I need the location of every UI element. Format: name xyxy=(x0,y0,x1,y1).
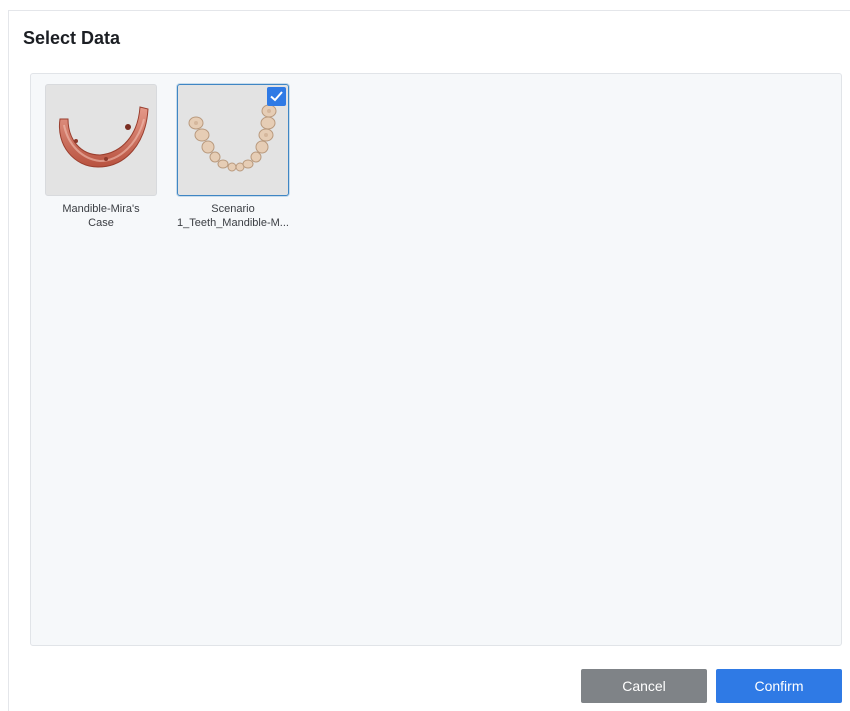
confirm-button[interactable]: Confirm xyxy=(716,669,842,703)
thumbnail[interactable] xyxy=(45,84,157,196)
cancel-button[interactable]: Cancel xyxy=(581,669,707,703)
item-caption: Mandible-Mira's Case xyxy=(45,202,157,230)
mandible-scan-icon xyxy=(58,106,149,168)
caption-line: Case xyxy=(88,217,114,229)
selected-checkbox[interactable] xyxy=(267,87,286,106)
caption-line: Mandible-Mira's xyxy=(62,203,140,215)
select-data-dialog: Select Data Mandible-Mira's Case Scenari… xyxy=(8,10,850,711)
data-grid-panel: Mandible-Mira's Case Scenario 1_Teeth_Ma… xyxy=(30,73,842,646)
item-caption: Scenario 1_Teeth_Mandible-M... xyxy=(177,202,289,230)
thumbnail[interactable] xyxy=(177,84,289,196)
data-item-teeth-mandible[interactable]: Scenario 1_Teeth_Mandible-M... xyxy=(177,84,289,230)
caption-line: Scenario xyxy=(211,203,255,215)
dialog-title: Select Data xyxy=(23,28,121,48)
data-item-mandible-case[interactable]: Mandible-Mira's Case xyxy=(45,84,157,230)
check-icon xyxy=(270,91,283,102)
caption-line: 1_Teeth_Mandible-M... xyxy=(177,217,289,229)
